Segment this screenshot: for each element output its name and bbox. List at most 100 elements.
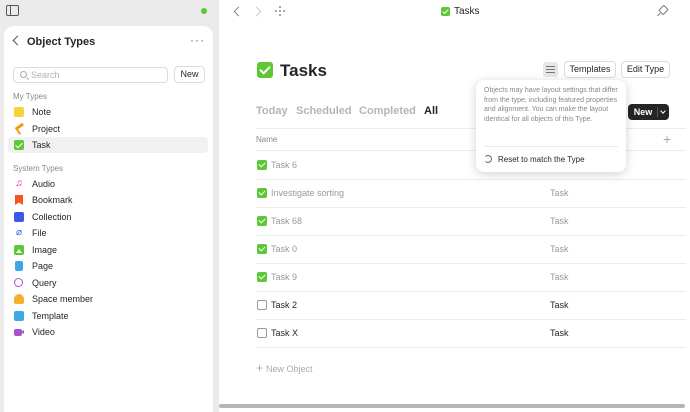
hammer-icon [14,124,24,134]
new-button-label: New [633,107,653,117]
checkbox-icon[interactable] [257,244,267,254]
new-object-label: New Object [266,364,313,374]
sidebar-item-project[interactable]: Project [8,121,208,137]
image-icon [14,245,24,255]
sidebar-item-label: Project [32,124,61,134]
sidebar-item-page[interactable]: Page [8,258,208,274]
note-icon [14,107,24,117]
tab-scheduled[interactable]: Scheduled [296,105,352,117]
row-type: Task [550,300,569,310]
plus-icon: + [256,361,264,375]
horizontal-scrollbar[interactable] [219,404,685,408]
row-type: Task [550,188,569,198]
sync-status-dot [201,8,207,14]
sidebar-item-label: Query [32,278,57,288]
checkbox-icon[interactable] [257,300,267,310]
page-title[interactable]: Tasks [280,61,327,81]
table-row[interactable]: Task 68 Task [256,208,686,236]
row-name: Task X [271,328,299,338]
sidebar-item-template[interactable]: Template [8,308,208,324]
tab-all[interactable]: All [424,105,438,117]
table-row[interactable]: Task 2 Task [256,292,686,320]
table-row[interactable]: Task X Task [256,320,686,348]
pin-icon[interactable] [657,6,667,16]
templates-button[interactable]: Templates [564,61,616,78]
checkbox-icon[interactable] [257,160,267,170]
header-title: Tasks [454,6,480,17]
checkbox-icon[interactable] [257,216,267,226]
sidebar-item-label: Note [32,107,52,117]
checkbox-icon[interactable] [257,328,267,338]
music-note-icon: ♫ [15,178,23,189]
checkbox-icon[interactable] [257,188,267,198]
table-row[interactable]: Task 0 Task [256,236,686,264]
checkbox-icon [441,7,450,16]
tab-today[interactable]: Today [256,105,288,117]
table-row[interactable]: Task 9 Task [256,264,686,292]
row-name: Task 6 [271,160,298,170]
template-icon [14,311,24,321]
sidebar-item-label: Template [32,311,69,321]
add-column-icon[interactable]: + [663,132,671,146]
search-icon [20,71,27,78]
sidebar-item-query[interactable]: Query [8,275,208,291]
nav-forward-icon[interactable] [251,6,262,17]
search-field[interactable] [13,67,168,83]
checkbox-icon [14,140,24,150]
query-icon [14,278,23,287]
nav-back-icon[interactable] [233,6,244,17]
row-type: Task [550,272,569,282]
tab-completed[interactable]: Completed [359,105,416,117]
sidebar-item-task[interactable]: Task [8,137,208,153]
sidebar-item-label: Bookmark [32,195,73,205]
new-object-row[interactable]: + New Object [256,361,313,375]
sidebar-item-label: Video [32,327,55,337]
row-type: Task [550,216,569,226]
sidebar-item-label: Task [32,140,51,150]
table-row[interactable]: Investigate sorting Task [256,180,686,208]
row-name: Task 9 [271,272,298,282]
page-icon [15,261,23,271]
checkbox-icon[interactable] [257,272,267,282]
new-type-button[interactable]: New [174,66,205,83]
search-input[interactable] [31,69,161,81]
sidebar-item-bookmark[interactable]: Bookmark [8,192,208,208]
paperclip-icon: ⌀ [15,227,23,238]
collection-icon [14,212,24,222]
main-panel: Tasks Tasks Templates Edit Type Today Sc… [219,0,690,412]
row-name: Task 68 [271,216,303,226]
sidebar-item-label: Image [32,245,58,255]
my-types-heading: My Types [13,92,48,101]
sidebar-item-label: Collection [32,212,72,222]
sidebar-item-image[interactable]: Image [8,242,208,258]
sidebar-item-label: Space member [32,294,94,304]
row-type: Task [550,328,569,338]
new-object-button[interactable]: New [628,104,669,120]
sidebar-toggle-icon[interactable] [6,5,19,16]
sidebar-item-collection[interactable]: Collection [8,209,208,225]
chevron-down-icon[interactable] [660,108,666,114]
video-icon [14,329,22,336]
sidebar-item-note[interactable]: Note [8,104,208,120]
edit-type-button[interactable]: Edit Type [621,61,670,78]
back-chevron-icon[interactable] [12,35,23,46]
sidebar-header: Object Types ··· [4,26,213,58]
person-icon [14,294,24,304]
sidebar-item-space-member[interactable]: Space member [8,291,208,307]
reset-label: Reset to match the Type [498,155,585,164]
layout-settings-button[interactable] [543,62,558,77]
layout-popover: Objects may have layout settings that di… [476,80,626,172]
reset-icon [484,155,492,163]
more-options-icon[interactable]: ··· [190,33,205,47]
sidebar-item-video[interactable]: Video [8,324,208,340]
sidebar-item-audio[interactable]: ♫ Audio [8,176,208,192]
divider [657,107,658,117]
sidebar-item-label: Page [32,261,54,271]
sidebar-item-label: Audio [32,179,56,189]
sidebar-item-label: File [32,228,47,238]
checkbox-icon[interactable] [257,62,273,78]
row-name: Investigate sorting [271,188,345,198]
graph-icon[interactable] [275,6,285,16]
sidebar-item-file[interactable]: ⌀ File [8,225,208,241]
column-header-name[interactable]: Name [256,135,277,144]
